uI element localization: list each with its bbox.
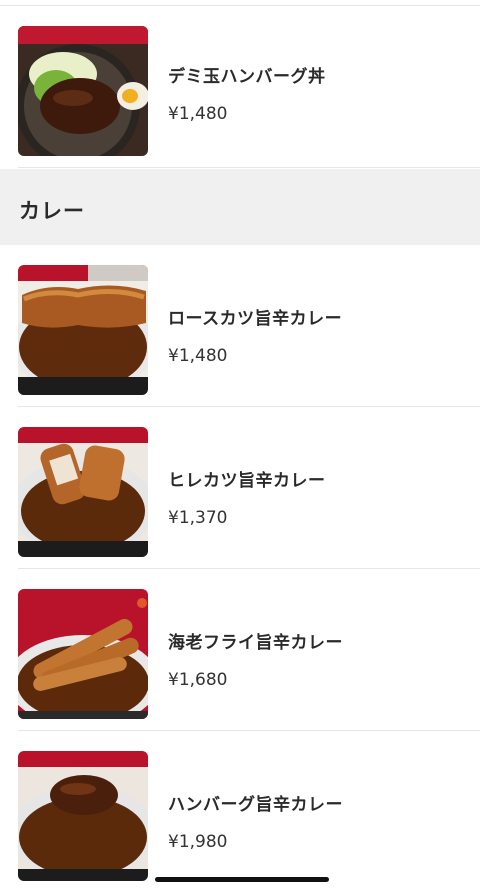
menu-item-fillet-katsu-curry[interactable]: ヒレカツ旨辛カレー ¥1,370 [0,407,480,569]
item-price: ¥1,480 [168,104,228,124]
item-name: 海老フライ旨辛カレー [168,633,343,653]
menu-item-hamburg-curry[interactable]: ハンバーグ旨辛カレー ¥1,980 [0,731,480,893]
hamburg-bowl-photo [18,26,148,156]
item-name: ヒレカツ旨辛カレー [168,471,326,491]
section-title: カレー [19,199,85,223]
item-price: ¥1,980 [168,832,228,852]
hamburg-curry-photo [18,751,148,881]
section-header-curry: カレー [0,169,480,245]
item-price: ¥1,680 [168,670,228,690]
menu-item-fried-shrimp-curry[interactable]: 海老フライ旨辛カレー ¥1,680 [0,569,480,731]
item-name: ロースカツ旨辛カレー [168,309,343,329]
item-name: ハンバーグ旨辛カレー [168,795,343,815]
home-indicator[interactable] [155,877,329,882]
fried-shrimp-curry-photo [18,589,148,719]
menu-item-demi-hamburg-don[interactable]: デミ玉ハンバーグ丼 ¥1,480 [0,6,480,168]
item-price: ¥1,370 [168,508,228,528]
item-price: ¥1,480 [168,346,228,366]
fillet-katsu-curry-photo [18,427,148,557]
item-name: デミ玉ハンバーグ丼 [168,67,326,87]
loin-katsu-curry-photo [18,265,148,395]
menu-item-loin-katsu-curry[interactable]: ロースカツ旨辛カレー ¥1,480 [0,245,480,407]
